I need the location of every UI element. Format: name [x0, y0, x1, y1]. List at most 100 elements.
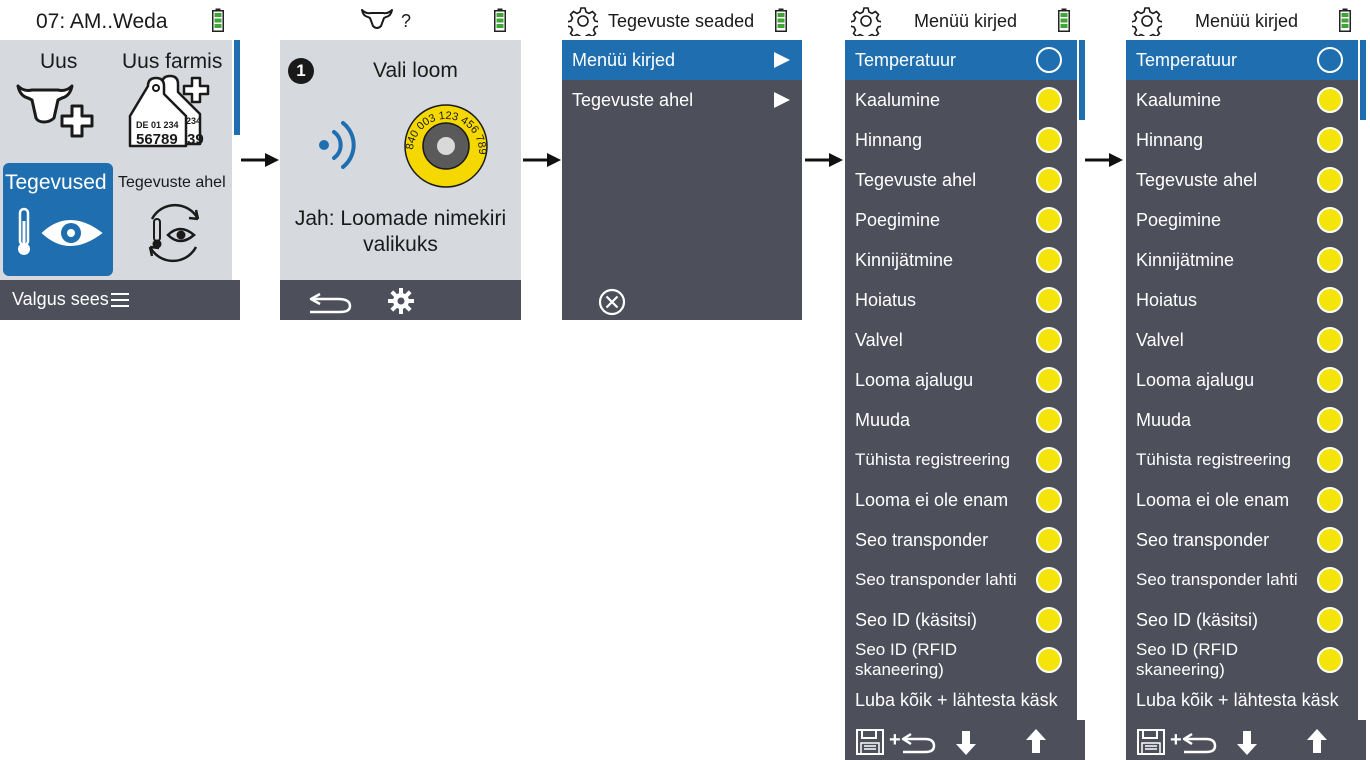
back-icon[interactable] — [308, 288, 354, 314]
list-item[interactable]: Luba kõik + lähtesta käsk — [1126, 680, 1358, 720]
tile-activities[interactable]: Tegevused — [3, 163, 113, 276]
list-item[interactable]: Tegevuste ahel — [1126, 160, 1358, 200]
list-item-label: Muuda — [855, 410, 911, 430]
menu-item-activity-chain[interactable]: Tegevuste ahel — [562, 80, 802, 120]
tile-activity-chain[interactable]: Tegevuste ahel — [116, 163, 232, 276]
tile-label: Uus — [40, 50, 78, 73]
list-item[interactable]: Seo ID (RFID skaneering) — [845, 640, 1077, 680]
list-item[interactable]: Seo ID (käsitsi) — [1126, 600, 1358, 640]
list-item-label: Hoiatus — [1136, 290, 1198, 310]
list-item-label: Kaalumine — [855, 90, 941, 110]
menu-item-menu-entries[interactable]: Menüü kirjed — [562, 40, 802, 80]
tile-new-in-farm[interactable]: Uus farmis DE 01 234 56789 234 39 — [116, 40, 232, 160]
checkbox-checked-icon[interactable] — [1317, 207, 1343, 233]
checkbox-checked-icon[interactable] — [1317, 247, 1343, 273]
checkbox-checked-icon[interactable] — [1036, 87, 1062, 113]
list-item[interactable]: Muuda — [1126, 400, 1358, 440]
checkbox-checked-icon[interactable] — [1036, 567, 1062, 593]
checkbox-checked-icon[interactable] — [1317, 647, 1343, 673]
list-item-label: Kinnijätmine — [855, 250, 954, 270]
list-item[interactable]: Poegimine — [1126, 200, 1358, 240]
status-title: 07: AM..Weda — [36, 10, 168, 33]
list-item[interactable]: Seo transponder lahti — [845, 560, 1077, 600]
checkbox-checked-icon[interactable] — [1036, 207, 1062, 233]
menu-icon[interactable] — [110, 292, 130, 308]
checkbox-unchecked-icon[interactable] — [1317, 47, 1343, 73]
list-item[interactable]: Seo transponder — [1126, 520, 1358, 560]
list-item[interactable]: Hoiatus — [1126, 280, 1358, 320]
checkbox-checked-icon[interactable] — [1036, 407, 1062, 433]
list-item-label: Seo transponder — [1136, 530, 1270, 550]
list-item[interactable]: Looma ei ole enam — [1126, 480, 1358, 520]
scrollbar[interactable] — [234, 40, 240, 135]
checkbox-checked-icon[interactable] — [1317, 607, 1343, 633]
checkbox-checked-icon[interactable] — [1317, 287, 1343, 313]
list-item[interactable]: Hinnang — [845, 120, 1077, 160]
arrow-down-icon[interactable] — [1236, 730, 1258, 756]
checkbox-checked-icon[interactable] — [1036, 647, 1062, 673]
list-item[interactable]: Valvel — [845, 320, 1077, 360]
checkbox-checked-icon[interactable] — [1036, 47, 1062, 73]
list-item[interactable]: Poegimine — [845, 200, 1077, 240]
hint-text: Jah: Loomade nimekiri valikuks — [280, 206, 521, 258]
checkbox-checked-icon[interactable] — [1317, 567, 1343, 593]
list-item[interactable]: Tühista registreering — [845, 440, 1077, 480]
list-item[interactable]: Temperatuur — [1126, 40, 1358, 80]
list-item-label: Temperatuur — [1136, 50, 1238, 70]
play-arrow-icon — [774, 92, 790, 108]
screen-title: Tegevuste seaded — [608, 11, 755, 31]
checkbox-checked-icon[interactable] — [1036, 607, 1062, 633]
checkbox-checked-icon[interactable] — [1036, 327, 1062, 353]
list-item[interactable]: Hinnang — [1126, 120, 1358, 160]
list-item[interactable]: Tühista registreering — [1126, 440, 1358, 480]
checkbox-checked-icon[interactable] — [1317, 527, 1343, 553]
checkbox-checked-icon[interactable] — [1036, 247, 1062, 273]
menu-item-label: Menüü kirjed — [572, 49, 676, 70]
list-item[interactable]: Kaalumine — [845, 80, 1077, 120]
checkbox-checked-icon[interactable] — [1317, 407, 1343, 433]
tile-new-animal[interactable]: Uus — [0, 40, 116, 160]
list-item[interactable]: Kinnijätmine — [845, 240, 1077, 280]
arrow-down-icon[interactable] — [955, 730, 977, 756]
list-item[interactable]: Muuda — [845, 400, 1077, 440]
step-number-badge: 1 — [288, 58, 314, 84]
close-icon[interactable] — [598, 288, 626, 316]
list-item[interactable]: Looma ei ole enam — [845, 480, 1077, 520]
list-item-label: Hoiatus — [855, 290, 917, 310]
list-item[interactable]: Kaalumine — [1126, 80, 1358, 120]
list-item[interactable]: Seo transponder lahti — [1126, 560, 1358, 600]
checkbox-checked-icon[interactable] — [1036, 127, 1062, 153]
list-item[interactable]: Valvel — [1126, 320, 1358, 360]
checkbox-checked-icon[interactable] — [1036, 367, 1062, 393]
checkbox-checked-icon[interactable] — [1317, 327, 1343, 353]
list-item[interactable]: Seo transponder — [845, 520, 1077, 560]
checkbox-checked-icon[interactable] — [1036, 167, 1062, 193]
checkbox-checked-icon[interactable] — [1036, 527, 1062, 553]
checkbox-checked-icon[interactable] — [1317, 447, 1343, 473]
arrow-up-icon[interactable] — [1025, 728, 1047, 754]
checkbox-checked-icon[interactable] — [1036, 287, 1062, 313]
arrow-up-icon[interactable] — [1306, 728, 1328, 754]
scrollbar[interactable] — [1079, 40, 1085, 120]
checkbox-checked-icon[interactable] — [1036, 487, 1062, 513]
hint-line-2: valikuks — [363, 233, 438, 256]
list-item[interactable]: Tegevuste ahel — [845, 160, 1077, 200]
list-item[interactable]: Seo ID (käsitsi) — [845, 600, 1077, 640]
list-item[interactable]: Hoiatus — [845, 280, 1077, 320]
checkbox-checked-icon[interactable] — [1036, 447, 1062, 473]
checkbox-checked-icon[interactable] — [1317, 87, 1343, 113]
checkbox-checked-icon[interactable] — [1317, 487, 1343, 513]
checkbox-checked-icon[interactable] — [1317, 127, 1343, 153]
checkbox-checked-icon[interactable] — [1317, 167, 1343, 193]
list-item-label: Seo transponder lahti — [1136, 570, 1298, 589]
list-item[interactable]: Temperatuur — [845, 40, 1077, 80]
list-item[interactable]: Looma ajalugu — [1126, 360, 1358, 400]
checkbox-checked-icon[interactable] — [1317, 367, 1343, 393]
list-item[interactable]: Kinnijätmine — [1126, 240, 1358, 280]
battery-icon — [1339, 8, 1351, 32]
scrollbar[interactable] — [1360, 40, 1366, 120]
list-item[interactable]: Looma ajalugu — [845, 360, 1077, 400]
settings-gear-icon[interactable] — [388, 288, 414, 314]
list-item[interactable]: Luba kõik + lähtesta käsk — [845, 680, 1077, 720]
list-item[interactable]: Seo ID (RFID skaneering) — [1126, 640, 1358, 680]
